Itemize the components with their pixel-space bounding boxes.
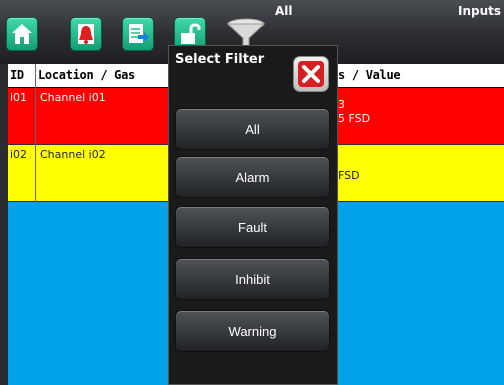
export-document-icon bbox=[129, 24, 149, 43]
close-x-icon bbox=[298, 61, 324, 87]
select-filter-dialog: Select Filter All Alarm Fault Inhibit Wa… bbox=[168, 45, 338, 385]
filter-option-warning[interactable]: Warning bbox=[175, 310, 330, 352]
home-icon bbox=[12, 24, 32, 44]
inputs-label: Inputs bbox=[458, 4, 502, 18]
row-id: i01 bbox=[10, 91, 28, 104]
alarm-button[interactable] bbox=[70, 17, 102, 51]
active-filter-label: All bbox=[275, 4, 293, 18]
header-location: Location / Gas bbox=[38, 68, 135, 82]
dialog-title: Select Filter bbox=[175, 52, 265, 67]
row-location: Channel i01 bbox=[40, 91, 106, 104]
row-id: i02 bbox=[10, 148, 28, 161]
alarm-bell-icon bbox=[78, 24, 94, 44]
filter-option-alarm[interactable]: Alarm bbox=[175, 156, 330, 198]
row-value-line2: 5 FSD bbox=[338, 112, 371, 125]
filter-option-fault[interactable]: Fault bbox=[175, 206, 330, 248]
filter-option-all[interactable]: All bbox=[175, 108, 330, 150]
header-id: ID bbox=[10, 68, 24, 82]
home-button[interactable] bbox=[6, 17, 38, 51]
close-button[interactable] bbox=[293, 56, 329, 92]
column-divider bbox=[35, 64, 36, 202]
row-location: Channel i02 bbox=[40, 148, 106, 161]
header-status: s / Value bbox=[338, 68, 401, 82]
filter-option-inhibit[interactable]: Inhibit bbox=[175, 258, 330, 300]
export-button[interactable] bbox=[122, 17, 154, 51]
unlock-icon bbox=[181, 23, 201, 44]
row-value-line2: FSD bbox=[338, 169, 360, 182]
row-value-line1: 3 bbox=[338, 98, 345, 111]
